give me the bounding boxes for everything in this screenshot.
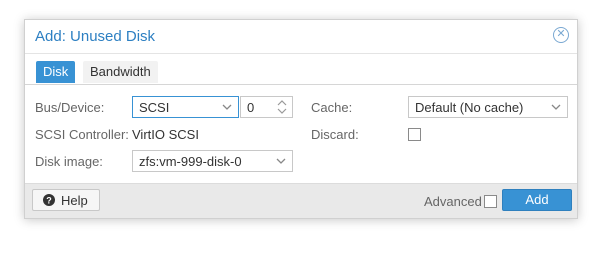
question-circle-icon: ? [43,194,55,206]
cache-select-value: Default (No cache) [415,100,524,115]
dialog-footer: ? Help Advanced Add [25,183,577,218]
advanced-label: Advanced [424,194,482,209]
chevron-down-icon [222,104,232,110]
spinner-arrows-icon [277,100,287,114]
svg-text:?: ? [46,196,52,206]
device-number-spinner[interactable]: 0 [240,96,293,118]
advanced-checkbox[interactable] [484,195,497,208]
dialog-titlebar: Add: Unused Disk ✕ [25,20,577,54]
scsi-controller-value: VirtIO SCSI [132,127,199,142]
dialog-title: Add: Unused Disk [35,28,156,45]
tab-bandwidth[interactable]: Bandwidth [83,61,158,83]
bus-select-value: SCSI [139,100,170,115]
bus-select[interactable]: SCSI [132,96,239,118]
disk-image-select[interactable]: zfs:vm-999-disk-0 [132,150,293,172]
tab-bar: Disk Bandwidth [25,54,577,85]
disk-image-value: zfs:vm-999-disk-0 [139,154,242,169]
scsi-controller-label: SCSI Controller: [35,127,129,142]
tab-disk[interactable]: Disk [36,61,76,83]
disk-image-label: Disk image: [35,154,103,169]
device-number-value: 0 [247,100,255,115]
cache-select[interactable]: Default (No cache) [408,96,568,118]
chevron-down-icon [551,104,561,110]
cache-label: Cache: [311,100,353,115]
add-disk-dialog: Add: Unused Disk ✕ Disk Bandwidth Bus/De… [24,19,578,219]
help-button[interactable]: ? Help [32,189,100,211]
bus-device-label: Bus/Device: [35,100,105,115]
chevron-down-icon [276,158,286,164]
discard-label: Discard: [311,127,359,142]
add-button[interactable]: Add [502,189,572,211]
close-icon[interactable]: ✕ [553,27,569,43]
help-button-label: Help [61,193,88,208]
discard-checkbox[interactable] [408,128,421,141]
